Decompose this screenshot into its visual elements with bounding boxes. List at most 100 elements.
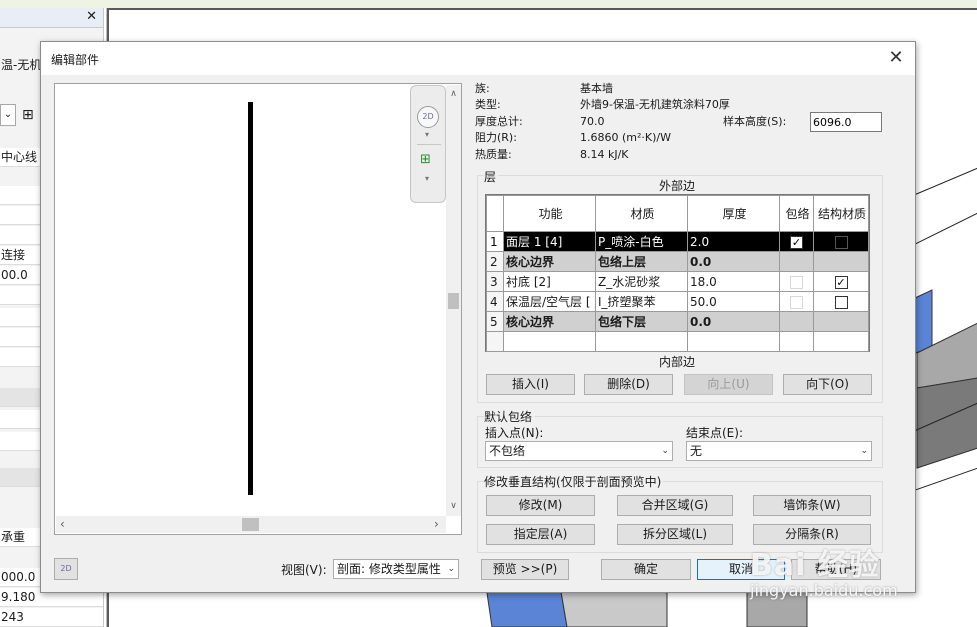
function-cell[interactable]: 核心边界 [503, 311, 596, 332]
insert-point-label: 插入点(N): [485, 426, 544, 440]
scroll-up-icon[interactable]: ∧ [446, 89, 461, 99]
layers-table: 功能 材质 厚度 包络 结构材质 1 面层 1 [4] P_喷涂-白色 2.0 … [485, 194, 870, 352]
split-region-button[interactable]: 拆分区域(L) [617, 524, 733, 545]
ok-button[interactable]: 确定 [601, 559, 691, 580]
family-value: 基本墙 [580, 82, 613, 95]
chevron-down-icon[interactable]: ▾ [425, 130, 429, 139]
palette-close-icon[interactable]: ✕ [86, 8, 97, 26]
row-number[interactable]: 1 [486, 231, 504, 252]
wraps-cell[interactable] [779, 291, 814, 312]
structural-cell[interactable]: ✓ [813, 271, 869, 292]
material-cell[interactable]: 包络下层 [595, 311, 688, 332]
sweeps-button[interactable]: 墙饰条(W) [753, 495, 871, 516]
structural-checkbox[interactable] [834, 295, 848, 309]
move-up-button[interactable]: 向上(U) [684, 374, 773, 395]
material-cell[interactable]: 包络上层 [595, 251, 688, 272]
scroll-thumb[interactable] [242, 518, 259, 531]
table-row[interactable]: 5 核心边界 包络下层 0.0 [486, 311, 869, 332]
row-number[interactable]: 5 [486, 311, 504, 332]
type-label: 类型: [475, 98, 501, 111]
wraps-cell[interactable]: ✓ [779, 231, 814, 252]
column-header-index [486, 195, 504, 232]
column-header-structural: 结构材质 [813, 195, 869, 232]
edit-type-icon[interactable]: ⊞ [22, 106, 40, 124]
function-cell[interactable]: 面层 1 [4] [503, 231, 596, 252]
type-value: 外墙9-保温-无机建筑涂料70厚 [580, 98, 730, 111]
section-preview[interactable]: 2D ▾ ⊞ ▾ ∧ ∨ ‹ › [54, 83, 462, 535]
table-row[interactable]: 1 面层 1 [4] P_喷涂-白色 2.0 ✓ [486, 231, 869, 252]
vertical-scrollbar[interactable]: ∧ ∨ [446, 85, 461, 516]
sample-height-label: 样本高度(S): [723, 115, 787, 128]
modify-vertical-label: 修改垂直结构(仅限于剖面预览中) [484, 473, 664, 490]
prop-row[interactable]: 243 [0, 608, 103, 627]
nav-divider [417, 144, 441, 145]
zoom-region-icon[interactable]: ⊞ [420, 152, 436, 168]
insert-button[interactable]: 插入(I) [486, 374, 575, 395]
steering-wheel-2d-icon[interactable]: 2D [417, 106, 439, 128]
scroll-thumb[interactable] [448, 293, 459, 309]
column-header-material: 材质 [595, 195, 688, 232]
view-select[interactable]: 剖面: 修改类型属性 ⌄ [333, 559, 459, 579]
instance-filter-dropdown[interactable]: ⌄ [0, 104, 16, 126]
thickness-cell[interactable]: 18.0 [687, 271, 780, 292]
steering-wheel-2d-icon[interactable]: 2D [54, 558, 78, 580]
structural-checkbox[interactable] [834, 235, 848, 249]
help-button[interactable]: 帮助(H) [791, 559, 881, 580]
empty-cell [687, 331, 780, 352]
structural-checkbox[interactable]: ✓ [834, 275, 848, 289]
wall-section-graphic [248, 102, 253, 495]
scroll-down-icon[interactable]: ∨ [446, 501, 461, 511]
move-down-button[interactable]: 向下(O) [783, 374, 872, 395]
end-point-select[interactable]: 无 ⌄ [686, 441, 872, 461]
insert-point-select[interactable]: 不包络 ⌄ [485, 441, 673, 461]
column-header-thickness: 厚度 [687, 195, 780, 232]
scroll-right-icon[interactable]: › [434, 516, 439, 533]
preview-button[interactable]: 预览 >>(P) [481, 559, 569, 580]
structural-cell[interactable] [813, 291, 869, 312]
assign-layers-button[interactable]: 指定层(A) [486, 524, 595, 545]
material-cell[interactable]: I_挤塑聚苯 [595, 291, 688, 312]
table-row[interactable]: 4 保温层/空气层 [ I_挤塑聚苯 50.0 [486, 291, 869, 312]
thickness-cell[interactable]: 2.0 [687, 231, 780, 252]
thickness-total-label: 厚度总计: [475, 115, 523, 128]
thickness-cell[interactable]: 0.0 [687, 251, 780, 272]
structural-cell[interactable] [813, 231, 869, 252]
cancel-button[interactable]: 取消 [697, 559, 785, 580]
exterior-side-label: 外部边 [659, 179, 696, 193]
wraps-checkbox[interactable]: ✓ [790, 235, 803, 249]
wraps-checkbox[interactable] [790, 295, 803, 309]
reveals-button[interactable]: 分隔条(R) [753, 524, 871, 545]
table-row-empty [486, 331, 869, 352]
wraps-cell [779, 251, 814, 272]
chevron-down-icon[interactable]: ▾ [425, 174, 429, 183]
edit-assembly-dialog: 编辑部件 ✕ 2D ▾ ⊞ ▾ ∧ ∨ ‹ › 族: 基本墙 类型: 外墙9-保… [40, 41, 916, 593]
sample-height-input[interactable] [810, 112, 882, 132]
modify-button[interactable]: 修改(M) [486, 495, 595, 516]
function-cell[interactable]: 保温层/空气层 [ [503, 291, 596, 312]
merge-regions-button[interactable]: 合并区域(G) [617, 495, 733, 516]
thickness-cell[interactable]: 50.0 [687, 291, 780, 312]
row-number[interactable]: 2 [486, 251, 504, 272]
table-row[interactable]: 3 衬底 [2] Z_水泥砂浆 18.0 ✓ [486, 271, 869, 292]
empty-cell [779, 331, 814, 352]
wraps-cell[interactable] [779, 271, 814, 292]
material-cell[interactable]: P_喷涂-白色 [595, 231, 688, 252]
function-cell[interactable]: 核心边界 [503, 251, 596, 272]
thickness-cell[interactable]: 0.0 [687, 311, 780, 332]
horizontal-scrollbar[interactable]: ‹ › [56, 516, 446, 533]
delete-button[interactable]: 删除(D) [584, 374, 673, 395]
row-number[interactable]: 4 [486, 291, 504, 312]
interior-side-label: 内部边 [659, 355, 696, 369]
close-icon[interactable]: ✕ [883, 46, 909, 70]
row-number[interactable]: 3 [486, 271, 504, 292]
material-cell[interactable]: Z_水泥砂浆 [595, 271, 688, 292]
properties-palette-header: ✕ [0, 8, 103, 28]
scroll-left-icon[interactable]: ‹ [60, 516, 65, 533]
column-header-wraps: 包络 [779, 195, 814, 232]
end-point-label: 结束点(E): [686, 426, 743, 440]
table-row[interactable]: 2 核心边界 包络上层 0.0 [486, 251, 869, 272]
wraps-checkbox[interactable] [790, 275, 803, 289]
thermal-mass-label: 热质量: [475, 148, 512, 161]
structural-cell [813, 311, 869, 332]
function-cell[interactable]: 衬底 [2] [503, 271, 596, 292]
